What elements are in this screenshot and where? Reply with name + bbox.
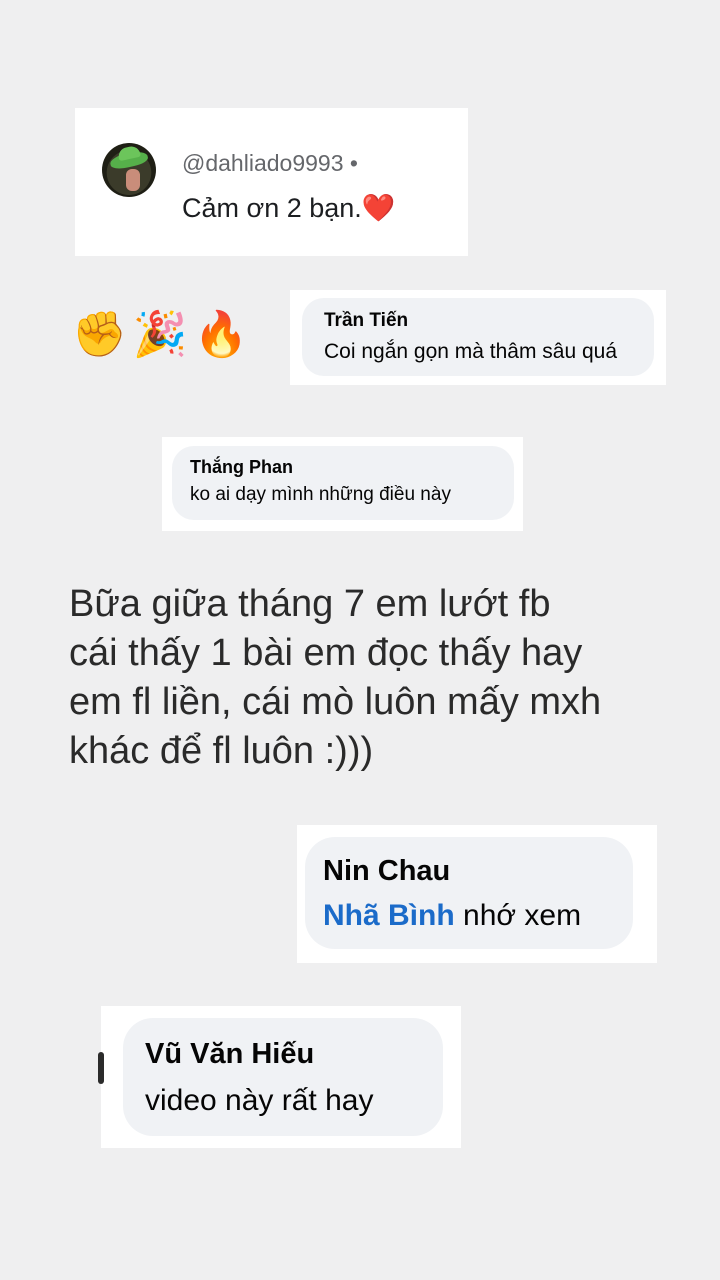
comment-card-vu-van-hieu: Vũ Văn Hiếu video này rất hay: [98, 1006, 461, 1148]
comment-author-name[interactable]: Nin Chau: [323, 855, 450, 888]
comment-author-handle[interactable]: @dahliado9993 •: [182, 150, 358, 177]
comment-text: Coi ngắn gọn mà thâm sâu quá: [324, 340, 618, 363]
comment-author-name[interactable]: Trần Tiến: [324, 310, 408, 332]
caption-line: khác để fl luôn :))): [69, 730, 374, 772]
face-shape: [126, 169, 140, 191]
comment-text-rest: nhớ xem: [454, 899, 582, 932]
comment-card-nin-chau: Nin Chau Nhã Bình nhớ xem: [297, 825, 657, 963]
comment-text: Cảm ơn 2 bạn.❤️: [182, 193, 396, 223]
comment-author-name[interactable]: Thắng Phan: [190, 457, 293, 478]
comment-text: ko ai dạy mình những điều này: [190, 484, 451, 505]
caption-line: em fl liền, cái mò luôn mấy mxh: [69, 681, 602, 723]
comment-card-thang-phan: Thắng Phan ko ai dạy mình những điều này: [162, 437, 523, 531]
comment-card-dahliado: @dahliado9993 • Cảm ơn 2 bạn.❤️: [75, 108, 468, 256]
comment-card-tran-tien: Trần Tiến Coi ngắn gọn mà thâm sâu quá: [290, 290, 666, 385]
comment-bubble[interactable]: Trần Tiến Coi ngắn gọn mà thâm sâu quá: [302, 298, 654, 376]
comment-text: Nhã Bình nhớ xem: [323, 899, 581, 933]
reaction-emojis: ✊🎉🔥: [72, 310, 255, 359]
avatar[interactable]: [102, 143, 156, 197]
comment-bubble[interactable]: Nin Chau Nhã Bình nhớ xem: [305, 837, 633, 949]
comment-bubble[interactable]: Vũ Văn Hiếu video này rất hay: [123, 1018, 443, 1136]
video-caption: Bữa giữa tháng 7 em lướt fb cái thấy 1 b…: [69, 580, 669, 776]
caption-line: cái thấy 1 bài em đọc thấy hay: [69, 632, 583, 674]
avatar-edge: [98, 1052, 104, 1084]
comment-text: video này rất hay: [145, 1084, 374, 1117]
caption-line: Bữa giữa tháng 7 em lướt fb: [69, 583, 551, 625]
comment-author-name[interactable]: Vũ Văn Hiếu: [145, 1038, 314, 1071]
comment-bubble[interactable]: Thắng Phan ko ai dạy mình những điều này: [172, 446, 514, 520]
mention-link[interactable]: Nhã Bình: [323, 899, 455, 932]
